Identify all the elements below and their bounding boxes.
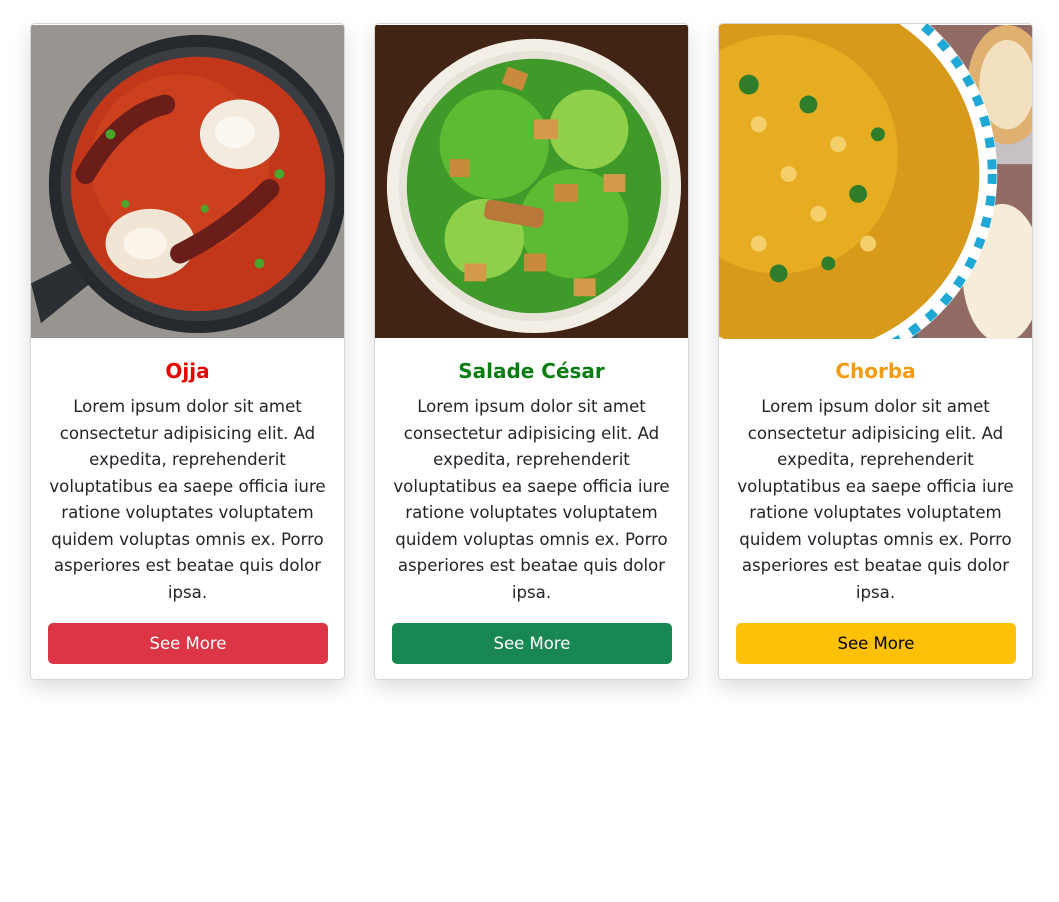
caesar-salad-plate-photo [375, 24, 688, 339]
card-description: Lorem ipsum dolor sit amet consectetur a… [737, 397, 1014, 602]
card-title: Chorba [835, 359, 916, 383]
card-body: Chorba Lorem ipsum dolor sit amet consec… [719, 339, 1032, 664]
see-more-button-chorba[interactable]: See More [736, 623, 1016, 664]
shakshuka-pan-photo [31, 24, 344, 339]
card-description: Lorem ipsum dolor sit amet consectetur a… [393, 397, 670, 602]
recipe-card-ojja: Ojja Lorem ipsum dolor sit amet consecte… [30, 23, 345, 680]
chorba-soup-bowl-photo [719, 24, 1032, 339]
see-more-button-ojja[interactable]: See More [48, 623, 328, 664]
card-title: Ojja [165, 359, 210, 383]
card-title: Salade César [458, 359, 605, 383]
card-body: Ojja Lorem ipsum dolor sit amet consecte… [31, 339, 344, 664]
recipe-card-salade-cesar: Salade César Lorem ipsum dolor sit amet … [374, 23, 689, 680]
recipe-card-chorba: Chorba Lorem ipsum dolor sit amet consec… [718, 23, 1033, 680]
card-description: Lorem ipsum dolor sit amet consectetur a… [49, 397, 326, 602]
card-body: Salade César Lorem ipsum dolor sit amet … [375, 339, 688, 664]
card-row: Ojja Lorem ipsum dolor sit amet consecte… [0, 0, 1059, 902]
see-more-button-salade-cesar[interactable]: See More [392, 623, 672, 664]
